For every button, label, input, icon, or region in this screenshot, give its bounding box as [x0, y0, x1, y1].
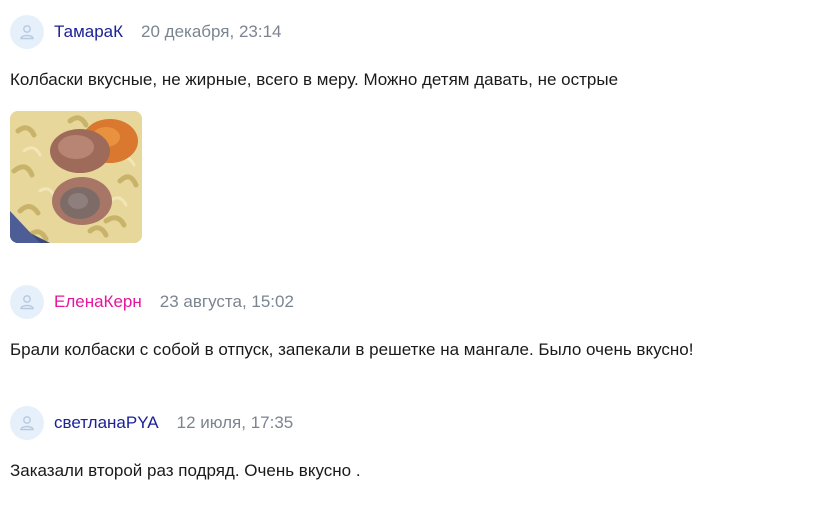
review-date: 20 декабря, 23:14 — [141, 22, 282, 41]
avatar — [10, 15, 44, 49]
review-header: ТамараК 20 декабря, 23:14 — [10, 14, 618, 50]
user-silhouette-icon — [20, 416, 34, 431]
review-item: светланаPYA 12 июля, 17:35 Заказали втор… — [10, 405, 361, 481]
review-text: Заказали второй раз подряд. Очень вкусно… — [10, 461, 361, 480]
review-text: Брали колбаски с собой в отпуск, запекал… — [10, 340, 694, 359]
author-name[interactable]: светланаPYA — [54, 413, 159, 433]
review-header: светланаPYA 12 июля, 17:35 — [10, 405, 361, 441]
user-silhouette-icon — [20, 25, 34, 40]
review-item: ТамараК 20 декабря, 23:14 Колбаски вкусн… — [10, 14, 618, 243]
review-date: 12 июля, 17:35 — [176, 413, 294, 432]
author-name[interactable]: ТамараК — [54, 22, 123, 42]
author-name[interactable]: ЕленаКерн — [54, 292, 142, 312]
review-header: ЕленаКерн 23 августа, 15:02 — [10, 284, 693, 320]
review-text: Колбаски вкусные, не жирные, всего в мер… — [10, 70, 619, 89]
review-item: ЕленаКерн 23 августа, 15:02 Брали колбас… — [10, 284, 693, 360]
avatar — [10, 285, 44, 319]
review-photo[interactable] — [10, 111, 142, 243]
review-photo-image — [10, 111, 142, 243]
review-date: 23 августа, 15:02 — [159, 292, 294, 311]
user-silhouette-icon — [20, 295, 34, 310]
avatar — [10, 406, 44, 440]
